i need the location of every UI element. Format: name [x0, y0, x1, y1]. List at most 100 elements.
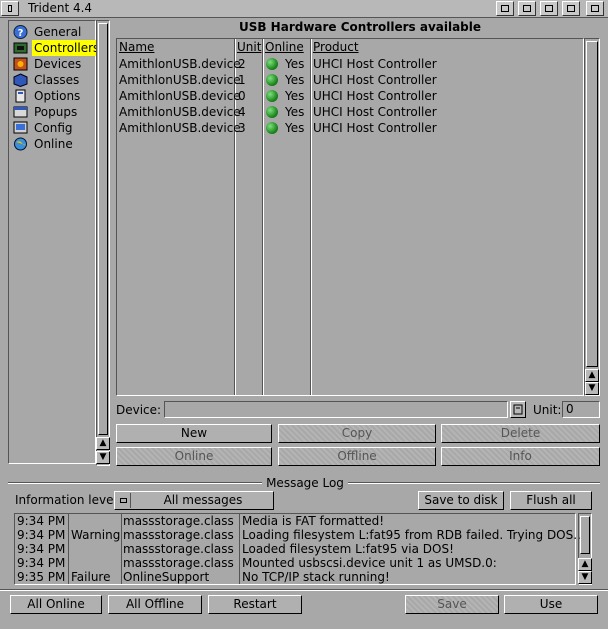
chip-icon — [13, 42, 28, 54]
sidebar-item-label: Classes — [34, 73, 80, 87]
log-time: 9:35 PM — [17, 570, 66, 584]
row-unit: 4 — [238, 105, 246, 119]
row-product: UHCI Host Controller — [313, 105, 437, 119]
snapshot-button[interactable] — [518, 1, 536, 16]
copy-button[interactable]: Copy — [278, 424, 436, 443]
sidebar-item-general[interactable]: ? General — [11, 24, 95, 40]
device-label: Device: — [116, 403, 162, 417]
scrollbar-knob[interactable] — [98, 23, 108, 435]
log-level: Warning — [71, 528, 121, 542]
depth-icon — [591, 5, 599, 12]
sidebar-item-config[interactable]: Config — [11, 120, 95, 136]
row-name: AmithlonUSB.device — [119, 89, 241, 103]
sidebar-item-label: Devices — [34, 57, 82, 71]
zoom-icon — [545, 5, 553, 12]
sidebar-item-online[interactable]: Online — [11, 136, 95, 152]
scroll-down-button[interactable]: ▼ — [585, 382, 599, 395]
depth-button[interactable] — [586, 1, 604, 16]
restart-button[interactable]: Restart — [208, 595, 302, 614]
config-icon — [13, 121, 28, 134]
title-bar[interactable]: Trident 4.4 — [0, 0, 608, 18]
sidebar-item-label: Popups — [34, 105, 78, 119]
popup-cycle-icon — [117, 493, 131, 508]
sidebar-item-options[interactable]: Options — [11, 88, 95, 104]
row-online: Yes — [285, 121, 305, 135]
device-field[interactable] — [164, 401, 508, 418]
options-icon — [15, 89, 26, 103]
all-offline-button[interactable]: All Offline — [108, 595, 202, 614]
scroll-down-button[interactable]: ▼ — [578, 571, 592, 584]
save-button[interactable]: Save — [405, 595, 499, 614]
row-unit: 3 — [238, 121, 246, 135]
scroll-down-button[interactable]: ▼ — [96, 451, 110, 464]
row-name: AmithlonUSB.device — [119, 73, 241, 87]
use-button[interactable]: Use — [504, 595, 598, 614]
row-product: UHCI Host Controller — [313, 89, 437, 103]
delete-button[interactable]: Delete — [441, 424, 600, 443]
sidebar-item-label: General — [34, 25, 82, 39]
close-icon — [8, 5, 12, 12]
column-divider — [239, 514, 240, 584]
info-button[interactable]: Info — [441, 447, 600, 466]
column-divider — [121, 514, 122, 584]
sidebar-item-classes[interactable]: Classes — [11, 72, 95, 88]
column-header-product[interactable]: Product — [313, 40, 359, 54]
iconify-button[interactable] — [496, 1, 514, 16]
save-to-disk-button[interactable]: Save to disk — [418, 491, 504, 510]
devices-icon — [13, 57, 28, 71]
column-header-unit[interactable]: Unit — [237, 40, 261, 54]
online-status-icon — [266, 90, 278, 102]
scroll-up-button[interactable]: ▲ — [578, 558, 592, 571]
unit-field[interactable]: 0 — [562, 401, 600, 418]
row-product: UHCI Host Controller — [313, 73, 437, 87]
row-name: AmithlonUSB.device — [119, 105, 241, 119]
cube-icon — [13, 73, 28, 87]
new-button[interactable]: New — [116, 424, 272, 443]
log-message: Media is FAT formatted! — [242, 514, 385, 528]
flush-all-button[interactable]: Flush all — [510, 491, 592, 510]
arrow-up-icon: ▲ — [99, 438, 107, 448]
sidebar-item-devices[interactable]: Devices — [11, 56, 95, 72]
column-header-name[interactable]: Name — [119, 40, 154, 54]
arrow-down-icon: ▼ — [588, 383, 596, 393]
column-divider — [68, 514, 69, 584]
svg-text:?: ? — [18, 28, 24, 39]
sidebar-item-label: Controllers — [32, 40, 102, 56]
scrollbar-knob[interactable] — [580, 516, 590, 554]
information-level-select[interactable]: All messages — [114, 491, 274, 510]
device-popup-button[interactable] — [510, 401, 526, 418]
row-online: Yes — [285, 89, 305, 103]
sidebar-scrollbar[interactable]: ▲ ▼ — [96, 20, 110, 466]
iconify-icon — [501, 5, 509, 12]
log-source: massstorage.class — [123, 528, 234, 542]
globe-icon — [14, 137, 27, 151]
question-icon: ? — [13, 25, 28, 39]
scroll-up-button[interactable]: ▲ — [585, 369, 599, 382]
zoom-button[interactable] — [540, 1, 558, 16]
offline-button[interactable]: Offline — [278, 447, 436, 466]
online-status-icon — [266, 122, 278, 134]
arrow-up-icon: ▲ — [581, 559, 589, 569]
log-source: OnlineSupport — [123, 570, 210, 584]
column-divider — [263, 39, 264, 395]
controllers-list[interactable]: Name Unit Online Product AmithlonUSB.dev… — [116, 38, 584, 396]
online-button[interactable]: Online — [116, 447, 272, 466]
scroll-up-button[interactable]: ▲ — [96, 437, 110, 450]
log-source: massstorage.class — [123, 542, 234, 556]
arrow-down-icon: ▼ — [581, 572, 589, 582]
sidebar-item-controllers[interactable]: Controllers — [11, 40, 102, 56]
message-log-list[interactable]: 9:34 PM massstorage.class Media is FAT f… — [14, 513, 585, 585]
close-window-button[interactable] — [1, 1, 19, 16]
sidebar-item-popups[interactable]: Popups — [11, 104, 95, 120]
file-icon — [513, 404, 523, 415]
arrow-down-icon: ▼ — [99, 452, 107, 462]
all-online-button[interactable]: All Online — [10, 595, 102, 614]
log-time: 9:34 PM — [17, 556, 66, 570]
popup-button[interactable] — [562, 1, 580, 16]
log-scrollbar[interactable]: ▲ ▼ — [578, 513, 592, 585]
scrollbar-knob[interactable] — [586, 41, 598, 367]
log-source: massstorage.class — [123, 514, 234, 528]
list-scrollbar[interactable]: ▲ ▼ — [584, 38, 600, 396]
column-header-online[interactable]: Online — [265, 40, 304, 54]
popups-icon — [13, 106, 28, 118]
